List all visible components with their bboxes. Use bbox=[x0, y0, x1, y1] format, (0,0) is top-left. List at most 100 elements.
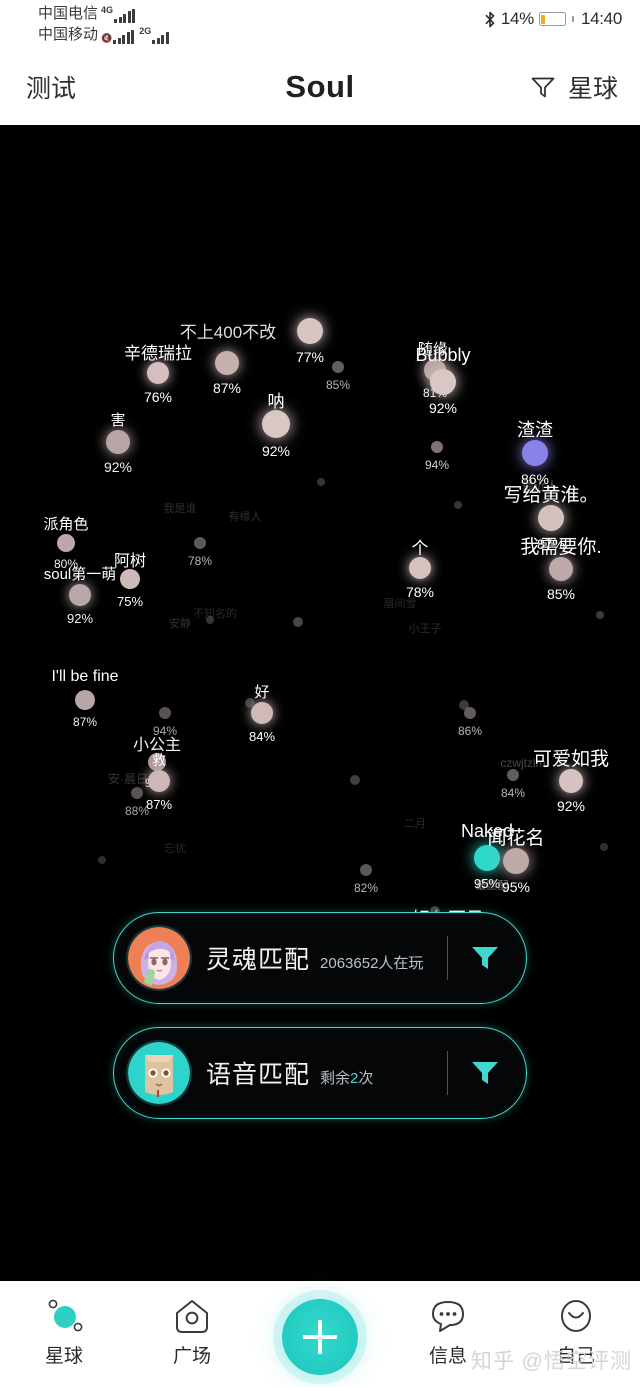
star-match-percent: 95% bbox=[501, 879, 531, 895]
star-match-percent: 92% bbox=[103, 459, 133, 475]
star-node[interactable] bbox=[215, 351, 239, 375]
star-nickname[interactable]: soul第一萌 bbox=[44, 563, 117, 584]
home-icon bbox=[172, 1295, 212, 1337]
star-match-percent: 78% bbox=[187, 554, 213, 568]
tab-planet[interactable]: 星球 bbox=[0, 1281, 128, 1368]
star-nickname[interactable]: 害 bbox=[110, 409, 125, 430]
star-node[interactable] bbox=[194, 537, 206, 549]
star-node[interactable] bbox=[549, 557, 573, 581]
star-nickname[interactable]: 辛德瑞拉 bbox=[124, 339, 192, 364]
card-divider bbox=[446, 936, 448, 980]
star-node[interactable] bbox=[332, 361, 344, 373]
funnel-icon[interactable] bbox=[530, 75, 556, 99]
star-nickname[interactable]: 我需要你. bbox=[520, 532, 601, 559]
star-node[interactable] bbox=[538, 505, 564, 531]
sim-1-bars bbox=[114, 8, 136, 23]
star-match-percent: 87% bbox=[212, 380, 242, 396]
star-node[interactable] bbox=[245, 698, 255, 708]
anime-girl-avatar bbox=[128, 927, 190, 989]
star-match-percent: 94% bbox=[152, 724, 178, 738]
star-node[interactable] bbox=[120, 569, 140, 589]
star-node[interactable] bbox=[350, 775, 360, 785]
star-faint-label: 小王子 bbox=[408, 623, 442, 635]
nav-right-label[interactable]: 星球 bbox=[568, 69, 618, 105]
star-nickname[interactable]: 救 bbox=[152, 750, 166, 770]
star-nickname[interactable]: 写给黄淮。 bbox=[503, 480, 598, 507]
sim-2-carrier: 中国移动 bbox=[38, 26, 99, 43]
star-match-percent: 85% bbox=[325, 378, 351, 392]
sim-2-signal: 🔇 2G bbox=[101, 26, 169, 44]
smiley-face-icon bbox=[556, 1295, 596, 1337]
star-match-percent: 87% bbox=[72, 715, 98, 729]
star-match-percent: 84% bbox=[500, 786, 526, 800]
star-nickname[interactable]: 不上400不改 bbox=[180, 318, 276, 343]
status-bar-left: 中国电信 4G 中国移动 🔇 2G bbox=[38, 3, 169, 45]
star-faint-label: 我是谁 bbox=[163, 503, 197, 515]
star-node[interactable] bbox=[148, 770, 170, 792]
star-node[interactable] bbox=[131, 787, 143, 799]
star-nickname[interactable]: 渣渣 bbox=[517, 416, 553, 442]
star-node[interactable] bbox=[297, 318, 323, 344]
star-node[interactable] bbox=[522, 440, 548, 466]
tab-create[interactable] bbox=[256, 1281, 384, 1375]
voice-match-funnel-icon[interactable] bbox=[470, 1059, 500, 1087]
star-node[interactable] bbox=[159, 707, 171, 719]
star-nickname[interactable]: 呐 bbox=[268, 387, 285, 412]
star-nickname[interactable]: 可爱如我 bbox=[533, 744, 609, 771]
star-match-percent: 92% bbox=[428, 400, 458, 416]
star-node[interactable] bbox=[507, 769, 519, 781]
star-nickname[interactable]: 好 bbox=[254, 681, 269, 702]
status-bar: 中国电信 4G 中国移动 🔇 2G 14% 14:40 bbox=[0, 0, 640, 48]
star-match-percent: 88% bbox=[124, 804, 150, 818]
star-match-percent: 85% bbox=[546, 586, 576, 602]
tab-messages-label: 信息 bbox=[428, 1346, 467, 1367]
star-node[interactable] bbox=[106, 430, 130, 454]
star-node[interactable] bbox=[360, 864, 372, 876]
voice-match-title: 语音匹配 bbox=[206, 1061, 311, 1089]
soul-match-subtitle: 2063652人在玩 bbox=[320, 955, 424, 972]
star-node[interactable] bbox=[75, 690, 95, 710]
star-nickname[interactable]: 派角色 bbox=[43, 513, 88, 534]
card-divider bbox=[446, 1051, 448, 1095]
star-nickname[interactable]: 阿树 bbox=[114, 547, 146, 571]
sim-2-bars-a bbox=[113, 29, 135, 44]
star-node[interactable] bbox=[596, 611, 604, 619]
battery-percent: 14% bbox=[500, 9, 534, 28]
star-match-percent: 77% bbox=[295, 349, 325, 365]
star-nickname[interactable]: 个 bbox=[412, 534, 429, 559]
battery-cap bbox=[571, 16, 574, 22]
star-node[interactable] bbox=[430, 369, 456, 395]
star-match-percent: 76% bbox=[143, 389, 173, 405]
star-match-percent: 75% bbox=[116, 594, 144, 609]
star-node[interactable] bbox=[98, 856, 106, 864]
star-match-percent: 94% bbox=[424, 458, 450, 472]
sim-1: 中国电信 4G bbox=[38, 3, 169, 24]
voice-match-card[interactable]: 语音匹配 剩余2次 bbox=[113, 1027, 527, 1119]
star-node[interactable] bbox=[431, 441, 443, 453]
plus-icon[interactable] bbox=[282, 1299, 358, 1375]
star-node[interactable] bbox=[293, 617, 303, 627]
star-node[interactable] bbox=[69, 584, 91, 606]
star-faint-label: 忘忧 bbox=[164, 843, 186, 855]
star-faint-label: 安·晨日 bbox=[108, 772, 148, 786]
star-node[interactable] bbox=[600, 843, 608, 851]
star-node[interactable] bbox=[206, 616, 214, 624]
soul-match-card[interactable]: 灵魂匹配 2063652人在玩 bbox=[113, 912, 527, 1004]
star-node[interactable] bbox=[262, 410, 290, 438]
star-node[interactable] bbox=[147, 362, 169, 384]
star-node[interactable] bbox=[503, 848, 529, 874]
star-node[interactable] bbox=[317, 478, 325, 486]
star-node[interactable] bbox=[559, 769, 583, 793]
sim-2: 中国移动 🔇 2G bbox=[38, 24, 169, 45]
nav-right-group[interactable]: 星球 bbox=[530, 69, 618, 105]
star-node[interactable] bbox=[409, 557, 431, 579]
soul-match-funnel-icon[interactable] bbox=[470, 944, 500, 972]
star-node[interactable] bbox=[454, 501, 462, 509]
star-node[interactable] bbox=[459, 700, 469, 710]
star-node[interactable] bbox=[57, 534, 75, 552]
tab-square[interactable]: 广场 bbox=[128, 1281, 256, 1368]
star-nickname[interactable]: Bubbly bbox=[415, 345, 470, 366]
voice-match-subtitle: 剩余2次 bbox=[320, 1070, 374, 1087]
star-nickname[interactable]: 闻花名 bbox=[487, 823, 544, 850]
star-nickname[interactable]: I'll be fine bbox=[51, 668, 118, 686]
